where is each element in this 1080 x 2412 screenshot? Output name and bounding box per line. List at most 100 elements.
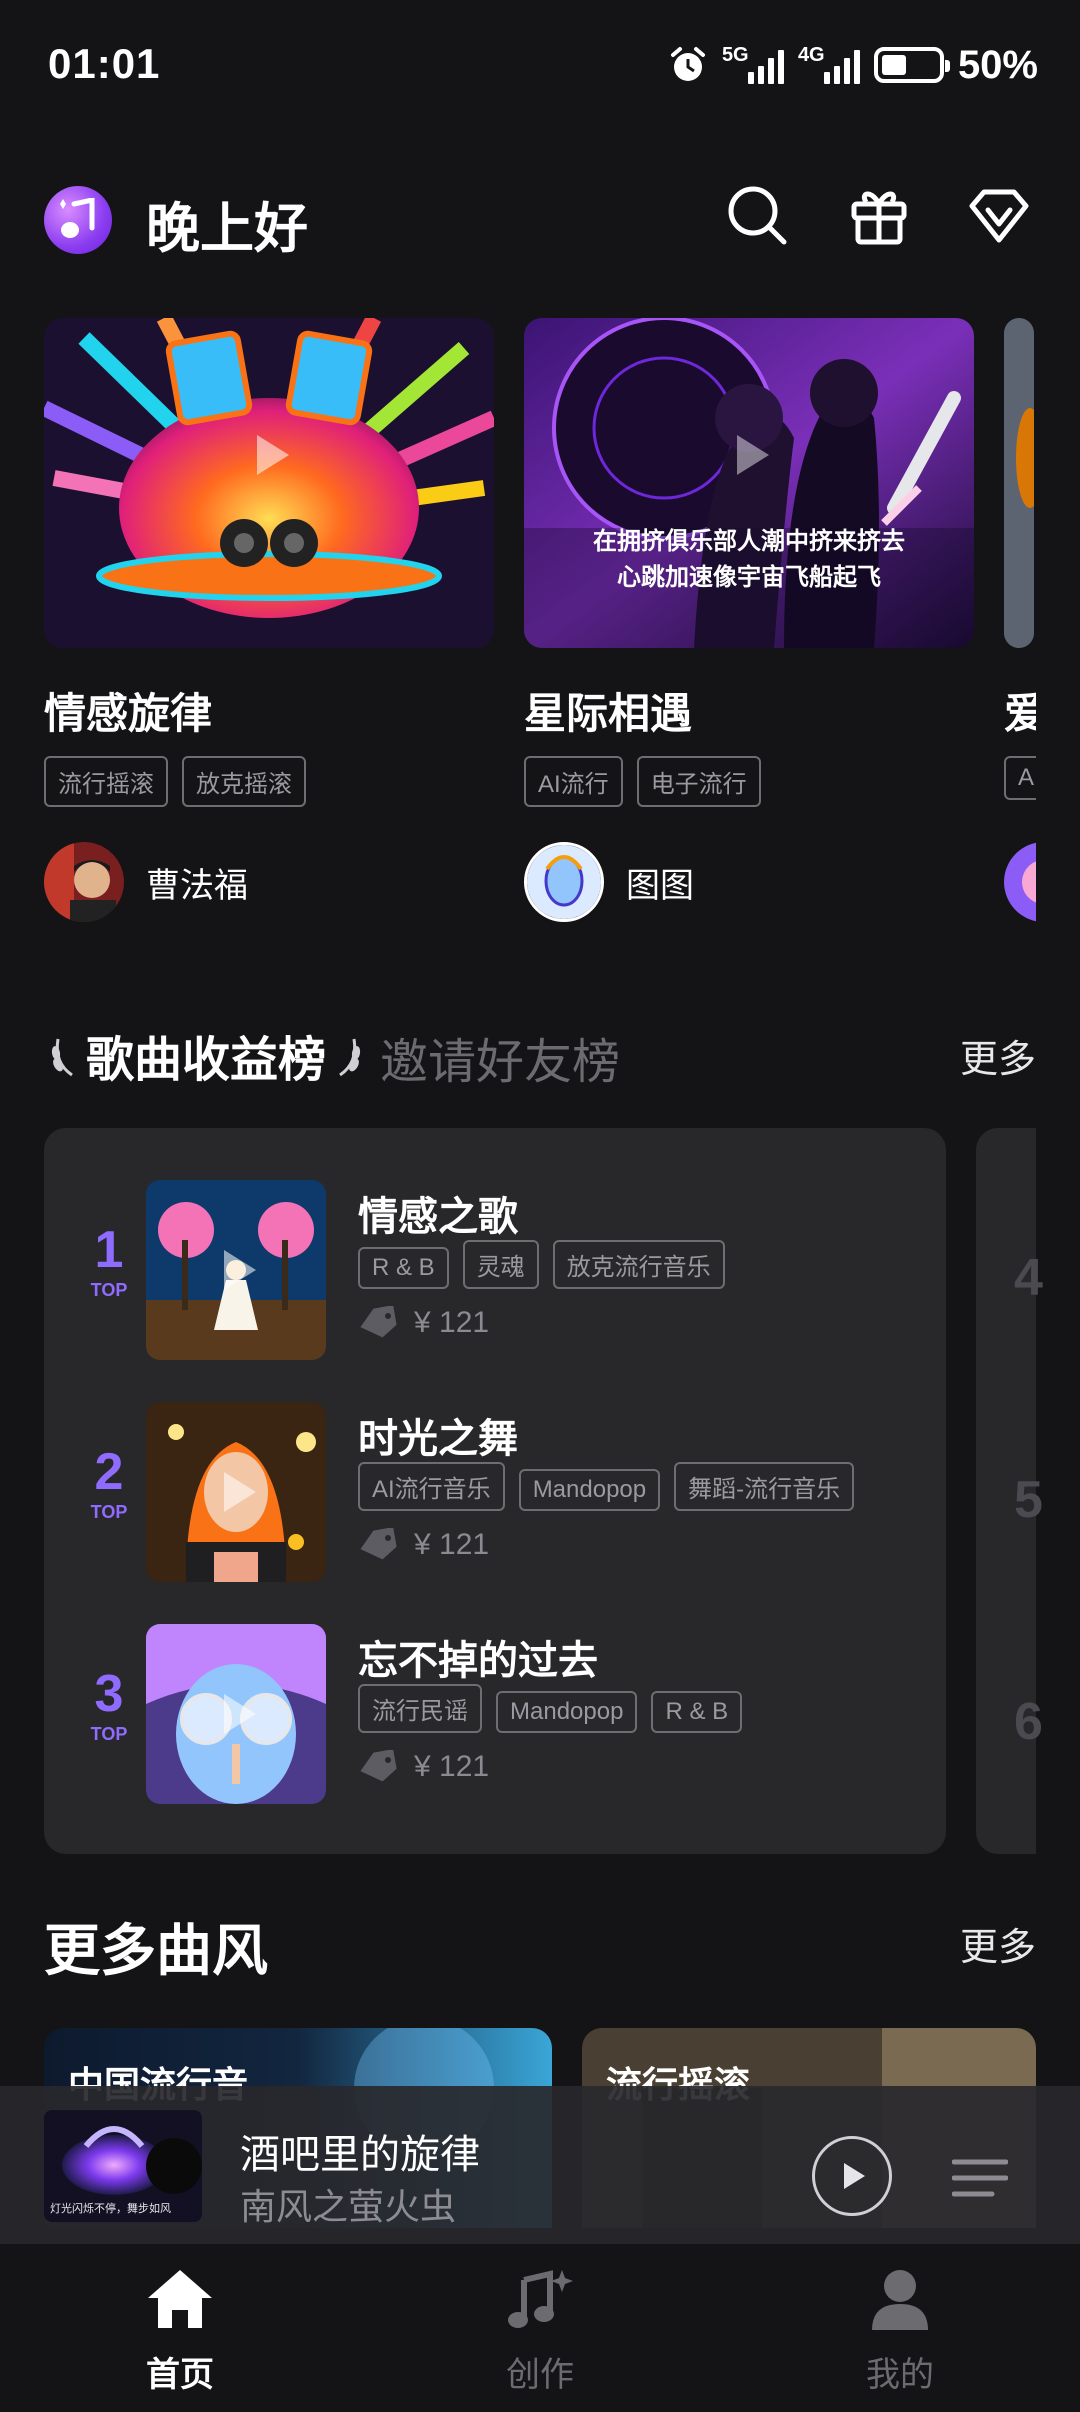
status-bar: 01:01 5G 4G 50% (0, 0, 1080, 130)
featured-tags: A (1004, 756, 1036, 800)
now-playing-artist: 南风之萤火虫 (240, 2186, 457, 2227)
status-time: 01:01 (48, 40, 161, 87)
genre-tag[interactable]: AI流行 (524, 756, 623, 807)
genre-tag[interactable]: 流行民谣 (358, 1684, 482, 1733)
song-title: 忘不掉的过去 (358, 1639, 598, 1683)
author-name: 曹法福 (146, 866, 248, 905)
genre-tag[interactable]: 放克流行音乐 (552, 1240, 725, 1289)
search-icon[interactable] (724, 182, 790, 248)
nav-label: 创作 (506, 2356, 574, 2394)
price-tag-icon (360, 1306, 397, 1338)
gift-icon[interactable] (846, 182, 912, 248)
song-cover[interactable] (146, 1180, 326, 1360)
battery-icon (873, 47, 950, 83)
cover-caption: 灯光闪烁不停，舞步如风 (50, 2203, 171, 2215)
signal-5g-icon: 5G (722, 44, 784, 84)
avatar (524, 842, 604, 922)
alarm-icon (670, 47, 705, 81)
ranking-more-link[interactable]: 更多 (960, 1028, 1036, 1083)
featured-title: 情感旋律 (44, 690, 213, 737)
author-name: 图图 (626, 866, 694, 905)
nav-home[interactable]: 首页 (80, 2266, 280, 2396)
avatar (44, 842, 124, 922)
play-icon[interactable] (237, 423, 301, 487)
rank-badge: 2 TOP (90, 1443, 128, 1522)
genre-tag[interactable]: AI流行音乐 (358, 1462, 505, 1511)
nav-mine[interactable]: 我的 (800, 2266, 1000, 2396)
laurel-left-icon (51, 1038, 73, 1077)
ranking-panel-next[interactable]: 4 5 6 (976, 1128, 1043, 1854)
featured-card-cover[interactable]: 在拥挤俱乐部人潮中挤来挤去 心跳加速像宇宙飞船起飞 (524, 318, 974, 648)
genre-tag[interactable]: A (1004, 756, 1036, 800)
song-title: 情感之歌 (358, 1195, 518, 1239)
play-icon[interactable] (204, 1460, 268, 1524)
status-indicators: 5G 4G 50% (668, 40, 1038, 90)
song-title: 时光之舞 (358, 1417, 518, 1461)
genre-tag[interactable]: R & B (651, 1691, 743, 1733)
music-note-icon (508, 2270, 573, 2328)
nav-label: 我的 (866, 2356, 934, 2394)
song-earnings: ¥ 121 (358, 1528, 489, 1562)
play-icon[interactable] (204, 1238, 268, 1302)
avatar (1004, 842, 1036, 922)
play-icon[interactable] (204, 1682, 268, 1746)
playlist-icon[interactable] (952, 2156, 1008, 2200)
play-button[interactable] (812, 2136, 892, 2216)
nav-create[interactable]: 创作 (440, 2266, 640, 2396)
laurel-right-icon (339, 1038, 361, 1077)
featured-author[interactable]: 曹法福 (44, 842, 248, 922)
rank-badge: 5 (1014, 1471, 1043, 1529)
user-icon (872, 2270, 928, 2330)
song-earnings: ¥ 121 (358, 1750, 489, 1784)
genre-tag[interactable]: 灵魂 (462, 1240, 539, 1289)
mini-player[interactable]: 灯光闪烁不停，舞步如风 酒吧里的旋律 南风之萤火虫 (0, 2086, 1080, 2244)
section-title: 更多曲风 (44, 1919, 268, 1982)
tab-label: 歌曲收益榜 (86, 1034, 327, 1087)
genre-tag[interactable]: 放克摇滚 (182, 756, 306, 807)
song-cover[interactable] (146, 1624, 326, 1804)
signal-4g-icon: 4G (798, 44, 860, 84)
featured-title: 星际相遇 (524, 690, 693, 737)
home-icon (148, 2270, 212, 2328)
featured-title: 爱 (1004, 690, 1036, 737)
battery-percent: 50% (957, 42, 1038, 87)
play-icon (844, 2163, 865, 2189)
bottom-nav: 首页 创作 我的 (0, 2244, 1080, 2412)
featured-card-cover[interactable] (1004, 318, 1034, 648)
song-cover[interactable] (146, 1402, 326, 1582)
rank-badge: 4 (1014, 1249, 1043, 1307)
genre-tag[interactable]: 流行摇滚 (44, 756, 168, 807)
price-tag-icon (360, 1528, 397, 1560)
genre-tag[interactable]: Mandopop (518, 1469, 661, 1511)
genre-tag[interactable]: Mandopop (496, 1691, 638, 1733)
song-earnings: ¥ 121 (358, 1306, 489, 1340)
ranking-row[interactable]: 1 TOP 情感之歌 R & B 灵魂 放克流行音乐 ¥ 121 (44, 1180, 946, 1362)
cover-caption: 在拥挤俱乐部人潮中挤来挤去 心跳加速像宇宙飞船起飞 (593, 528, 905, 591)
vip-diamond-icon[interactable] (966, 182, 1032, 248)
featured-tags: AI流行 电子流行 (524, 756, 775, 807)
song-tags: AI流行音乐 Mandopop 舞蹈-流行音乐 (358, 1462, 868, 1511)
ranking-row[interactable]: 3 TOP 忘不掉的过去 流行民谣 Mandopop R & B ¥ 121 (44, 1624, 946, 1806)
greeting-title: 晚上好 (146, 199, 308, 259)
rank-badge: 6 (1014, 1693, 1043, 1751)
featured-author[interactable]: 图图 (524, 842, 694, 922)
tab-earnings-chart[interactable]: 歌曲收益榜 (50, 1020, 362, 1090)
ranking-panel: 1 TOP 情感之歌 R & B 灵魂 放克流行音乐 ¥ 121 2 TOP 时… (44, 1128, 946, 1854)
rank-badge: 1 TOP (90, 1221, 128, 1300)
now-playing-title: 酒吧里的旋律 (240, 2133, 480, 2177)
song-tags: 流行民谣 Mandopop R & B (358, 1684, 756, 1733)
rank-badge: 3 TOP (90, 1665, 128, 1744)
featured-card-cover[interactable] (44, 318, 494, 648)
price-tag-icon (360, 1750, 397, 1782)
nav-label: 首页 (146, 2356, 214, 2394)
song-tags: R & B 灵魂 放克流行音乐 (358, 1240, 739, 1289)
genre-tag[interactable]: R & B (358, 1247, 449, 1289)
featured-tags: 流行摇滚 放克摇滚 (44, 756, 320, 807)
genre-tag[interactable]: 舞蹈-流行音乐 (674, 1462, 855, 1511)
styles-more-link[interactable]: 更多 (960, 1916, 1036, 1971)
tab-invite-friends[interactable]: 邀请好友榜 (380, 1022, 620, 1092)
now-playing-cover[interactable]: 灯光闪烁不停，舞步如风 (44, 2110, 202, 2222)
genre-tag[interactable]: 电子流行 (636, 756, 761, 807)
ranking-row[interactable]: 2 TOP 时光之舞 AI流行音乐 Mandopop 舞蹈-流行音乐 ¥ 121 (44, 1402, 946, 1584)
play-icon[interactable] (717, 423, 781, 487)
